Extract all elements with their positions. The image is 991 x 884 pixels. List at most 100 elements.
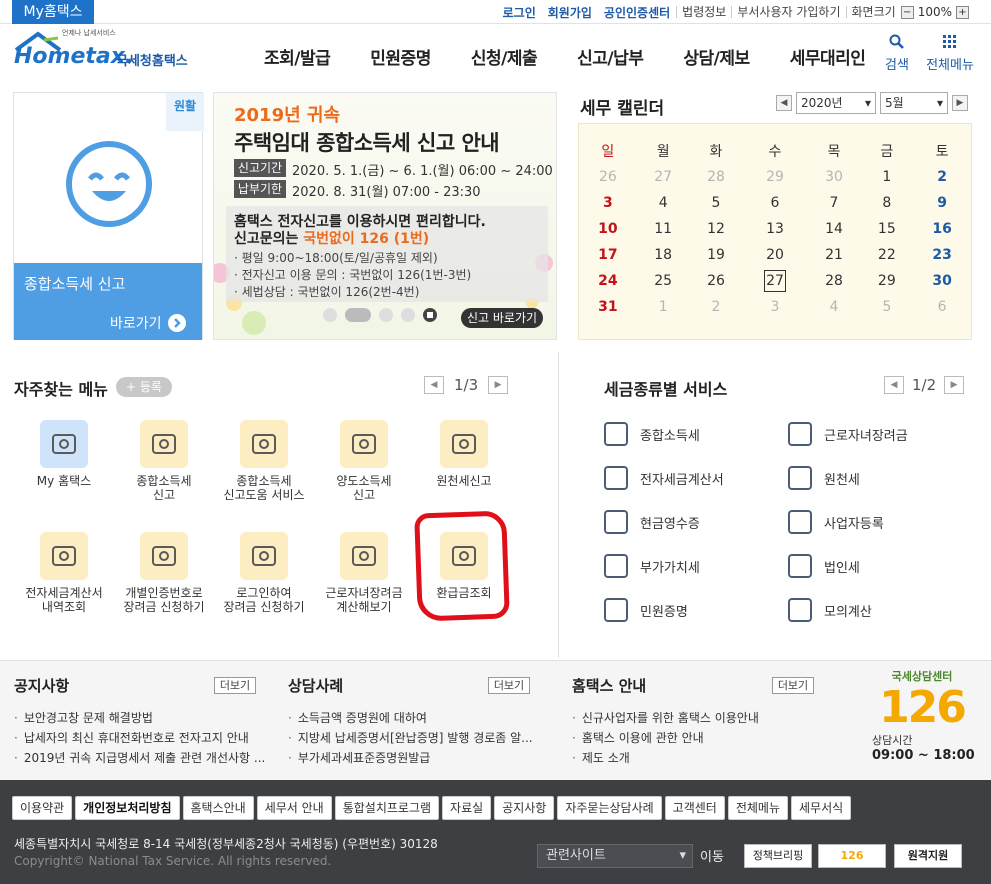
tax-service-item[interactable]: 근로자녀장려금 — [788, 421, 908, 447]
footer-link[interactable]: 자료실 — [442, 796, 492, 820]
main-banner[interactable]: 2019년 귀속 주택임대 종합소득세 신고 안내 신고기간 2020. 5. … — [213, 92, 557, 340]
calendar-day[interactable]: 26 — [579, 164, 637, 190]
notice-item[interactable]: 납세자의 최신 휴대전화번호로 전자고지 안내 — [14, 728, 265, 748]
calendar-day[interactable]: 11 — [637, 216, 690, 242]
guide-more-button[interactable]: 더보기 — [772, 677, 814, 694]
footer-link[interactable]: 자주묻는상담사례 — [557, 796, 662, 820]
calendar-day[interactable]: 9 — [913, 190, 971, 216]
calendar-day[interactable]: 27 — [742, 268, 807, 294]
nav-consult[interactable]: 상담/제보 — [663, 44, 769, 69]
frequent-menu-item[interactable]: 양도소득세 신고 — [314, 420, 414, 502]
calendar-day[interactable]: 25 — [637, 268, 690, 294]
calendar-day[interactable]: 18 — [637, 242, 690, 268]
calendar-day[interactable]: 4 — [808, 294, 861, 320]
tax-service-item[interactable]: 사업자등록 — [788, 509, 884, 535]
search-button[interactable]: 검색 — [876, 34, 918, 73]
next-page-button[interactable]: ▶ — [944, 376, 965, 394]
nav-agent[interactable]: 세무대리인 — [770, 44, 886, 69]
pager-dot[interactable] — [323, 308, 337, 322]
footer-link[interactable]: 이용약관 — [12, 796, 73, 820]
pause-icon[interactable] — [423, 308, 437, 322]
calendar-day[interactable]: 19 — [690, 242, 743, 268]
prev-month-button[interactable]: ◀ — [776, 95, 792, 111]
calendar-day[interactable]: 21 — [808, 242, 861, 268]
consult-item[interactable]: 부가세과세표준증명원발급 — [288, 748, 533, 768]
related-sites-select[interactable]: 관련사이트 ▾ — [537, 844, 693, 868]
calendar-day[interactable]: 30 — [808, 164, 861, 190]
month-select[interactable]: 5월 ▾ — [880, 92, 948, 114]
calendar-day[interactable]: 8 — [860, 190, 913, 216]
footer-link[interactable]: 홈택스안내 — [182, 796, 254, 820]
calendar-day[interactable]: 12 — [690, 216, 743, 242]
call-center-banner[interactable]: 국세상담센터 126 상담시간 09:00 ~ 18:00 — [866, 668, 978, 776]
remote-support-button[interactable]: 원격지원 — [894, 844, 962, 868]
footer-link[interactable]: 개인정보처리방침 — [75, 796, 180, 820]
prev-page-button[interactable]: ◀ — [424, 376, 444, 394]
guide-item[interactable]: 제도 소개 — [572, 748, 759, 768]
income-tax-promo-card[interactable]: 원활 종합소득세 신고 바로가기 — [13, 92, 204, 340]
calendar-day[interactable]: 29 — [742, 164, 807, 190]
tax-service-item[interactable]: 전자세금계산서 — [604, 465, 724, 491]
consult-item[interactable]: 소득금액 증명원에 대하여 — [288, 708, 533, 728]
guide-item[interactable]: 신규사업자를 위한 홈택스 이용안내 — [572, 708, 759, 728]
calendar-day[interactable]: 3 — [579, 190, 637, 216]
law-info-link[interactable]: 법령정보 — [676, 6, 731, 18]
calendar-day[interactable]: 7 — [808, 190, 861, 216]
tax-service-item[interactable]: 현금영수증 — [604, 509, 700, 535]
calendar-day[interactable]: 24 — [579, 268, 637, 294]
calendar-day[interactable]: 10 — [579, 216, 637, 242]
frequent-menu-item[interactable]: 로그인하여 장려금 신청하기 — [214, 532, 314, 614]
calendar-day[interactable]: 23 — [913, 242, 971, 268]
frequent-menu-item[interactable]: 전자세금계산서 내역조회 — [14, 532, 114, 614]
calendar-day[interactable]: 28 — [690, 164, 743, 190]
footer-link[interactable]: 세무서식 — [791, 796, 852, 820]
tax-service-item[interactable]: 원천세 — [788, 465, 860, 491]
calendar-day[interactable]: 22 — [860, 242, 913, 268]
calendar-day[interactable]: 16 — [913, 216, 971, 242]
cert-center-link[interactable]: 공인인증센터 — [598, 4, 676, 21]
nav-certificate[interactable]: 민원증명 — [350, 44, 451, 69]
frequent-menu-item[interactable]: 종합소득세 신고 — [114, 420, 214, 502]
call-126-badge[interactable]: 126 — [818, 844, 886, 868]
related-go-button[interactable]: 이동 — [700, 846, 724, 865]
add-menu-button[interactable]: + 등록 — [116, 377, 172, 397]
login-link[interactable]: 로그인 — [497, 4, 542, 21]
calendar-day[interactable]: 3 — [742, 294, 807, 320]
calendar-day[interactable]: 6 — [742, 190, 807, 216]
calendar-day[interactable]: 1 — [860, 164, 913, 190]
calendar-day[interactable]: 28 — [808, 268, 861, 294]
calendar-day[interactable]: 4 — [637, 190, 690, 216]
tax-service-item[interactable]: 부가가치세 — [604, 553, 700, 579]
zoom-out-button[interactable]: − — [900, 5, 914, 19]
frequent-menu-item[interactable]: 개별인증번호로 장려금 신청하기 — [114, 532, 214, 614]
notice-item[interactable]: 2019년 귀속 지급명세서 제출 관련 개선사항 ... — [14, 748, 266, 768]
calendar-day[interactable]: 5 — [860, 294, 913, 320]
promo-go-button[interactable]: 바로가기 — [110, 313, 186, 333]
calendar-day[interactable]: 15 — [860, 216, 913, 242]
frequent-menu-item[interactable]: 종합소득세 신고도움 서비스 — [214, 420, 314, 502]
pager-dot[interactable] — [401, 308, 415, 322]
calendar-day[interactable]: 14 — [808, 216, 861, 242]
nav-filing[interactable]: 신고/납부 — [557, 44, 663, 69]
banner-go-button[interactable]: 신고 바로가기 — [461, 308, 543, 328]
next-page-button[interactable]: ▶ — [488, 376, 509, 394]
calendar-day[interactable]: 31 — [579, 294, 637, 320]
notice-item[interactable]: 보안경고창 문제 해결방법 — [14, 708, 265, 728]
my-hometax-tab[interactable]: My홈택스 — [12, 0, 94, 24]
all-menu-button[interactable]: 전체메뉴 — [922, 34, 978, 73]
calendar-day[interactable]: 2 — [690, 294, 743, 320]
calendar-day[interactable]: 30 — [913, 268, 971, 294]
tax-service-item[interactable]: 민원증명 — [604, 597, 688, 623]
frequent-menu-item[interactable]: My 홈택스 — [14, 420, 114, 488]
frequent-menu-item[interactable]: 근로자녀장려금 계산해보기 — [314, 532, 414, 614]
tax-service-item[interactable]: 법인세 — [788, 553, 860, 579]
calendar-day[interactable]: 20 — [742, 242, 807, 268]
dept-user-signup-link[interactable]: 부서사용자 가입하기 — [731, 6, 845, 18]
calendar-day[interactable]: 17 — [579, 242, 637, 268]
pager-dot[interactable] — [379, 308, 393, 322]
footer-link[interactable]: 세무서 안내 — [256, 796, 332, 820]
calendar-day[interactable]: 26 — [690, 268, 743, 294]
footer-link[interactable]: 고객센터 — [664, 796, 725, 820]
calendar-day[interactable]: 29 — [860, 268, 913, 294]
calendar-day[interactable]: 13 — [742, 216, 807, 242]
